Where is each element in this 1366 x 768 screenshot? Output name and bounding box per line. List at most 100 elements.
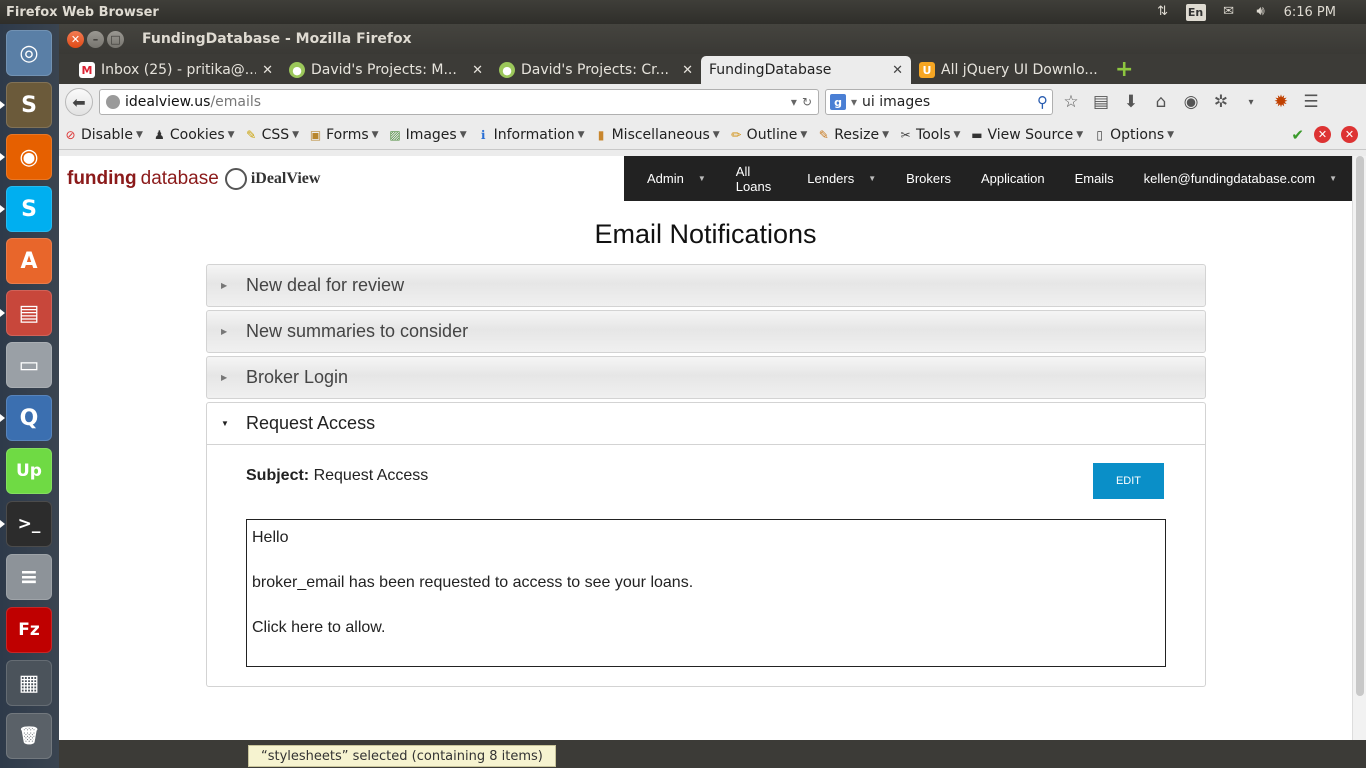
software-center-icon[interactable]: A [6,238,52,284]
color-picker-icon[interactable]: ◉ [1179,90,1203,114]
outline-icon: ✏ [731,127,742,142]
browser-tab[interactable]: U All jQuery UI Downlo... [911,56,1107,84]
history-dropdown-icon[interactable]: ▾ [791,95,797,109]
accordion-header-new-deal[interactable]: ▶ New deal for review [206,264,1206,307]
site-nav-all-loans[interactable]: All Loans [721,156,792,201]
engine-dropdown-icon[interactable]: ▾ [851,95,857,109]
accordion-header-request-access[interactable]: ▼ Request Access [206,402,1206,445]
window-controls: ✕ – □ [59,30,142,48]
network-icon[interactable]: ⇅ [1154,4,1172,20]
devbar-information-menu[interactable]: ℹ Information ▼ [476,127,585,143]
site-nav-emails[interactable]: Emails [1060,156,1129,201]
file-manager-icon[interactable]: ▤ [6,290,52,336]
edit-button[interactable]: EDIT [1093,463,1164,499]
devbar-options-menu[interactable]: ▯ Options ▼ [1092,127,1174,143]
devbar-view-source-menu[interactable]: ▬ View Source ▼ [969,127,1083,143]
url-text[interactable]: idealview.us/emails [125,94,786,110]
tab-close-icon[interactable]: ✕ [472,63,483,78]
scrollbar-thumb[interactable] [1356,156,1364,696]
tab-close-icon[interactable]: ✕ [682,63,693,78]
devbar-css-menu[interactable]: ✎ CSS ▼ [244,127,299,143]
triangle-right-icon: ▶ [221,327,228,336]
browser-tab[interactable]: M Inbox (25) - pritika@... ✕ [71,56,281,84]
devbar-outline-menu[interactable]: ✏ Outline ▼ [729,127,807,143]
brand-bold: funding [67,167,137,189]
workspace-switcher-icon[interactable]: ▦ [6,660,52,706]
page-scrollbar[interactable] [1352,156,1366,740]
minimize-window-button[interactable]: – [87,30,104,48]
devbar-tools-menu[interactable]: ✂ Tools ▼ [898,127,961,143]
firebug-icon[interactable]: ✲ [1209,90,1233,114]
email-body-line: broker_email has been requested to acces… [252,574,694,591]
filezilla-icon[interactable]: Fz [6,607,52,653]
firefox-icon[interactable]: ◉ [6,134,52,180]
basecamp-icon: ● [289,62,305,78]
site-nav-lenders[interactable]: Lenders ▼ [792,156,891,201]
devbar-miscellaneous-menu[interactable]: ▮ Miscellaneous ▼ [594,127,720,143]
reload-icon[interactable]: ↻ [802,95,812,109]
downloads-icon[interactable]: ⬇ [1119,90,1143,114]
search-icon[interactable]: ⚲ [1037,93,1048,111]
new-tab-button[interactable]: + [1107,56,1141,84]
accordion-header-broker-login[interactable]: ▶ Broker Login [206,356,1206,399]
site-identity-icon[interactable] [106,95,120,109]
clock[interactable]: 6:16 PM [1284,5,1336,20]
browser-tab[interactable]: FundingDatabase ✕ [701,56,911,84]
devbar-disable-menu[interactable]: ⊘ Disable ▼ [63,127,142,143]
upwork-icon[interactable]: Up [6,448,52,494]
skype-icon[interactable]: S [6,186,52,232]
error-icon[interactable]: ✕ [1314,125,1331,143]
brand-partner: iDealView [250,169,321,187]
devbar-forms-menu[interactable]: ▣ Forms ▼ [308,126,379,143]
images-icon: ▨ [389,127,401,142]
menu-icon[interactable]: ☰ [1299,90,1323,114]
google-engine-icon[interactable]: g [830,94,846,110]
addon-dropdown-icon[interactable]: ▾ [1239,90,1263,114]
trash-icon[interactable]: 🗑 [6,713,52,759]
bookmarks-list-icon[interactable]: ▤ [1089,90,1113,114]
search-bar[interactable]: g ▾ ui images ⚲ [825,89,1053,115]
bookmark-star-icon[interactable]: ☆ [1059,90,1083,114]
css-icon: ✎ [246,127,257,142]
addon-sun-icon[interactable]: ✹ [1269,90,1293,114]
devbar-cookies-menu[interactable]: ♟ Cookies ▼ [152,127,235,143]
devbar-resize-menu[interactable]: ✎ Resize ▼ [816,127,889,143]
ubuntu-dash-icon[interactable]: ◎ [6,30,52,76]
site-nav-user-menu[interactable]: kellen@fundingdatabase.com ▼ [1129,156,1352,201]
database-icon[interactable]: ≡ [6,554,52,600]
devbar-label: Cookies [169,126,225,143]
accordion-header-new-summaries[interactable]: ▶ New summaries to consider [206,310,1206,353]
disk-icon[interactable]: ▭ [6,342,52,388]
volume-icon[interactable]: 🔊︎ [1252,4,1270,20]
warning-close-icon[interactable]: ✕ [1341,125,1358,143]
chevron-down-icon: ▼ [868,174,877,183]
page-title: Email Notifications [594,219,817,249]
back-button[interactable]: ⬅︎ [65,88,93,116]
site-nav-admin[interactable]: Admin ▼ [632,156,721,201]
tab-title: Inbox (25) - pritika@... [101,62,257,78]
tab-close-icon[interactable]: ✕ [262,63,273,78]
home-icon[interactable]: ⌂ [1149,90,1173,114]
quassel-icon[interactable]: Q [6,395,52,441]
basecamp-icon: ● [499,62,515,78]
browser-tab[interactable]: ● David's Projects: M... ✕ [281,56,491,84]
devbar-label: Information [493,126,575,143]
devbar-images-menu[interactable]: ▨ Images ▼ [388,127,466,143]
site-logo[interactable]: funding database iDealView [59,167,321,190]
maximize-window-button[interactable]: □ [107,30,124,48]
url-bar[interactable]: idealview.us/emails ▾ ↻ [99,89,819,115]
tab-close-icon[interactable]: ✕ [892,63,903,78]
close-window-button[interactable]: ✕ [67,30,84,48]
cookies-icon: ♟ [153,127,165,142]
devbar-label: Forms [326,126,369,143]
mail-icon[interactable]: ✉ [1220,4,1238,20]
site-nav-application[interactable]: Application [966,156,1060,201]
keyboard-layout-indicator[interactable]: En [1185,3,1206,21]
site-nav-brokers[interactable]: Brokers [891,156,966,201]
terminal-icon[interactable]: >_ [6,501,52,547]
search-input[interactable]: ui images [862,94,1032,110]
sublime-text-icon[interactable]: S [6,82,52,128]
browser-tab[interactable]: ● David's Projects: Cr... ✕ [491,56,701,84]
css-valid-check-icon[interactable]: ✔ [1291,126,1304,144]
email-accordion: ▶ New deal for review ▶ New summaries to… [206,264,1206,687]
